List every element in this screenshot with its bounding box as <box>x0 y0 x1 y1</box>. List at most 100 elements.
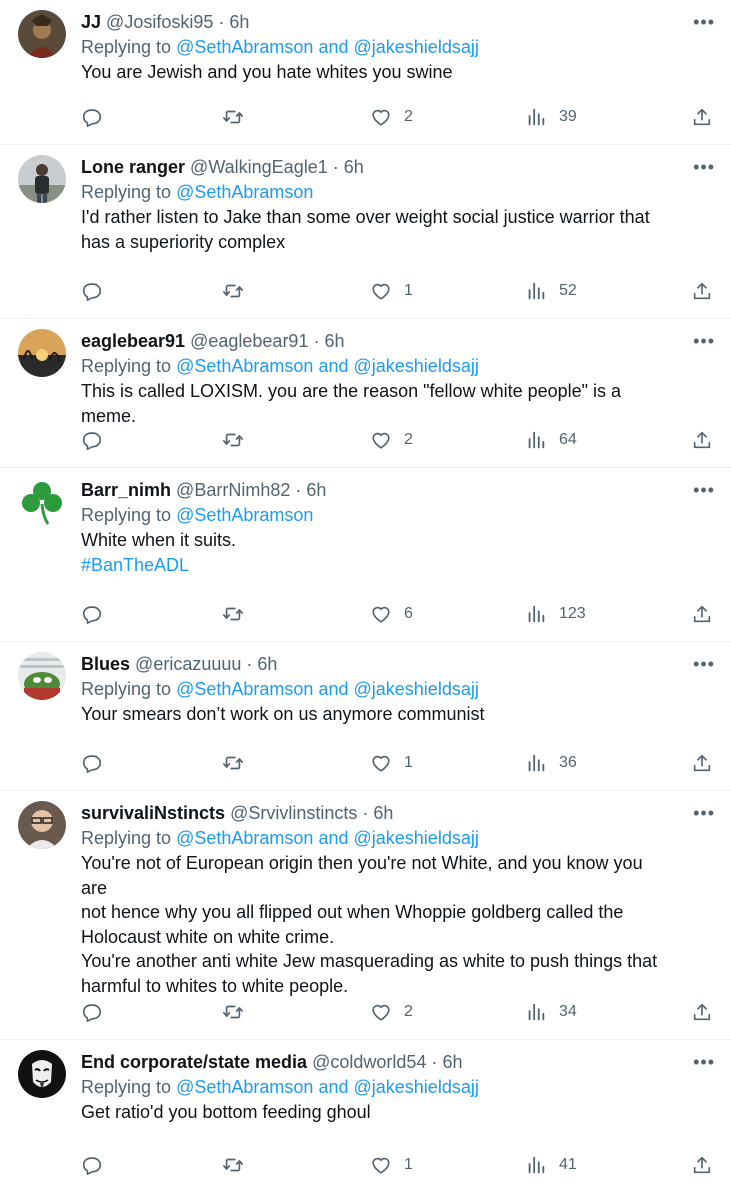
reply-tweet[interactable]: ••• eaglebear91 @eaglebear91 · 6h Replyi… <box>0 319 731 468</box>
reply-button[interactable] <box>81 603 103 625</box>
like-button[interactable]: 2 <box>370 106 413 128</box>
user-handle[interactable]: @ericazuuuu <box>135 654 241 674</box>
user-handle[interactable]: @Srvivlinstincts <box>230 803 357 823</box>
retweet-icon <box>223 756 243 770</box>
retweet-icon <box>223 284 243 298</box>
user-handle[interactable]: @coldworld54 <box>312 1052 426 1072</box>
display-name[interactable]: JJ <box>81 12 101 32</box>
avatar[interactable] <box>18 478 66 526</box>
more-options-icon[interactable]: ••• <box>693 10 715 34</box>
reply-tweet[interactable]: ••• JJ @Josifoski95 · 6h Replying to @Se… <box>0 0 731 145</box>
like-button[interactable]: 1 <box>370 280 413 302</box>
retweet-button[interactable] <box>222 280 244 302</box>
timestamp[interactable]: 6h <box>257 654 277 674</box>
retweet-icon <box>223 1158 243 1172</box>
mention-link[interactable]: @SethAbramson <box>176 679 313 699</box>
avatar[interactable] <box>18 652 66 700</box>
more-options-icon[interactable]: ••• <box>693 155 715 179</box>
timestamp[interactable]: 6h <box>373 803 393 823</box>
display-name[interactable]: Lone ranger <box>81 157 185 177</box>
mention-link[interactable]: @jakeshieldsajj <box>354 828 479 848</box>
retweet-button[interactable] <box>222 603 244 625</box>
mention-link[interactable]: @SethAbramson <box>176 37 313 57</box>
more-options-icon[interactable]: ••• <box>693 801 715 825</box>
avatar[interactable] <box>18 10 66 58</box>
timestamp[interactable]: 6h <box>442 1052 462 1072</box>
share-button[interactable] <box>691 603 713 625</box>
share-button[interactable] <box>691 1001 713 1023</box>
user-handle[interactable]: @eaglebear91 <box>190 331 308 351</box>
reply-tweet[interactable]: ••• End corporate/state media @coldworld… <box>0 1040 731 1200</box>
reply-tweet[interactable]: ••• survivaliNstincts @Srvivlinstincts ·… <box>0 791 731 1040</box>
like-button[interactable]: 1 <box>370 1154 413 1176</box>
user-handle[interactable]: @WalkingEagle1 <box>190 157 328 177</box>
share-button[interactable] <box>691 106 713 128</box>
like-button[interactable]: 1 <box>370 752 413 774</box>
avatar[interactable] <box>18 155 66 203</box>
more-options-icon[interactable]: ••• <box>693 478 715 502</box>
reply-button[interactable] <box>81 429 103 451</box>
reply-button[interactable] <box>81 280 103 302</box>
hashtag-link[interactable]: #BanTheADL <box>81 553 673 578</box>
view-count: 52 <box>559 282 577 299</box>
mention-link[interactable]: @SethAbramson <box>176 356 313 376</box>
retweet-button[interactable] <box>222 106 244 128</box>
mention-link[interactable]: @SethAbramson <box>176 828 313 848</box>
share-button[interactable] <box>691 1154 713 1176</box>
timestamp[interactable]: 6h <box>229 12 249 32</box>
retweet-button[interactable] <box>222 429 244 451</box>
like-button[interactable]: 2 <box>370 1001 413 1023</box>
view-count: 41 <box>559 1156 577 1173</box>
share-button[interactable] <box>691 280 713 302</box>
reply-button[interactable] <box>81 1001 103 1023</box>
mention-link[interactable]: @SethAbramson <box>176 505 313 525</box>
retweet-button[interactable] <box>222 1154 244 1176</box>
views-button[interactable]: 39 <box>525 106 577 128</box>
display-name[interactable]: eaglebear91 <box>81 331 185 351</box>
more-options-icon[interactable]: ••• <box>693 652 715 676</box>
share-button[interactable] <box>691 752 713 774</box>
avatar[interactable] <box>18 329 66 377</box>
display-name[interactable]: End corporate/state media <box>81 1052 307 1072</box>
views-button[interactable]: 34 <box>525 1001 577 1023</box>
share-button[interactable] <box>691 429 713 451</box>
like-button[interactable]: 2 <box>370 429 413 451</box>
views-button[interactable]: 52 <box>525 280 577 302</box>
action-bar: 1 52 <box>81 280 713 302</box>
display-name[interactable]: Blues <box>81 654 130 674</box>
more-options-icon[interactable]: ••• <box>693 1050 715 1074</box>
reply-tweet[interactable]: ••• Lone ranger @WalkingEagle1 · 6h Repl… <box>0 145 731 319</box>
mention-link[interactable]: @SethAbramson <box>176 1077 313 1097</box>
views-button[interactable]: 41 <box>525 1154 577 1176</box>
reply-tweet[interactable]: ••• Blues @ericazuuuu · 6h Replying to @… <box>0 642 731 791</box>
like-button[interactable]: 6 <box>370 603 413 625</box>
views-button[interactable]: 123 <box>525 603 586 625</box>
timestamp[interactable]: 6h <box>344 157 364 177</box>
views-button[interactable]: 64 <box>525 429 577 451</box>
share-icon <box>693 1156 711 1174</box>
user-handle[interactable]: @BarrNimh82 <box>176 480 290 500</box>
reply-button[interactable] <box>81 1154 103 1176</box>
retweet-button[interactable] <box>222 752 244 774</box>
display-name[interactable]: survivaliNstincts <box>81 803 225 823</box>
mention-link[interactable]: @SethAbramson <box>176 182 313 202</box>
mention-link[interactable]: @jakeshieldsajj <box>354 356 479 376</box>
mention-link[interactable]: @jakeshieldsajj <box>354 37 479 57</box>
retweet-button[interactable] <box>222 1001 244 1023</box>
reply-button[interactable] <box>81 752 103 774</box>
avatar[interactable] <box>18 801 66 849</box>
timestamp[interactable]: 6h <box>306 480 326 500</box>
views-chart-icon <box>528 282 545 300</box>
avatar[interactable] <box>18 1050 66 1098</box>
like-count: 2 <box>404 1003 413 1020</box>
views-button[interactable]: 36 <box>525 752 577 774</box>
more-options-icon[interactable]: ••• <box>693 329 715 353</box>
reply-tweet[interactable]: ••• Barr_nimh @BarrNimh82 · 6h Replying … <box>0 468 731 642</box>
timestamp[interactable]: 6h <box>325 331 345 351</box>
user-handle[interactable]: @Josifoski95 <box>106 12 213 32</box>
mention-link[interactable]: @jakeshieldsajj <box>354 679 479 699</box>
replying-to: Replying to @SethAbramson and @jakeshiel… <box>81 828 479 848</box>
mention-link[interactable]: @jakeshieldsajj <box>354 1077 479 1097</box>
display-name[interactable]: Barr_nimh <box>81 480 171 500</box>
reply-button[interactable] <box>81 106 103 128</box>
